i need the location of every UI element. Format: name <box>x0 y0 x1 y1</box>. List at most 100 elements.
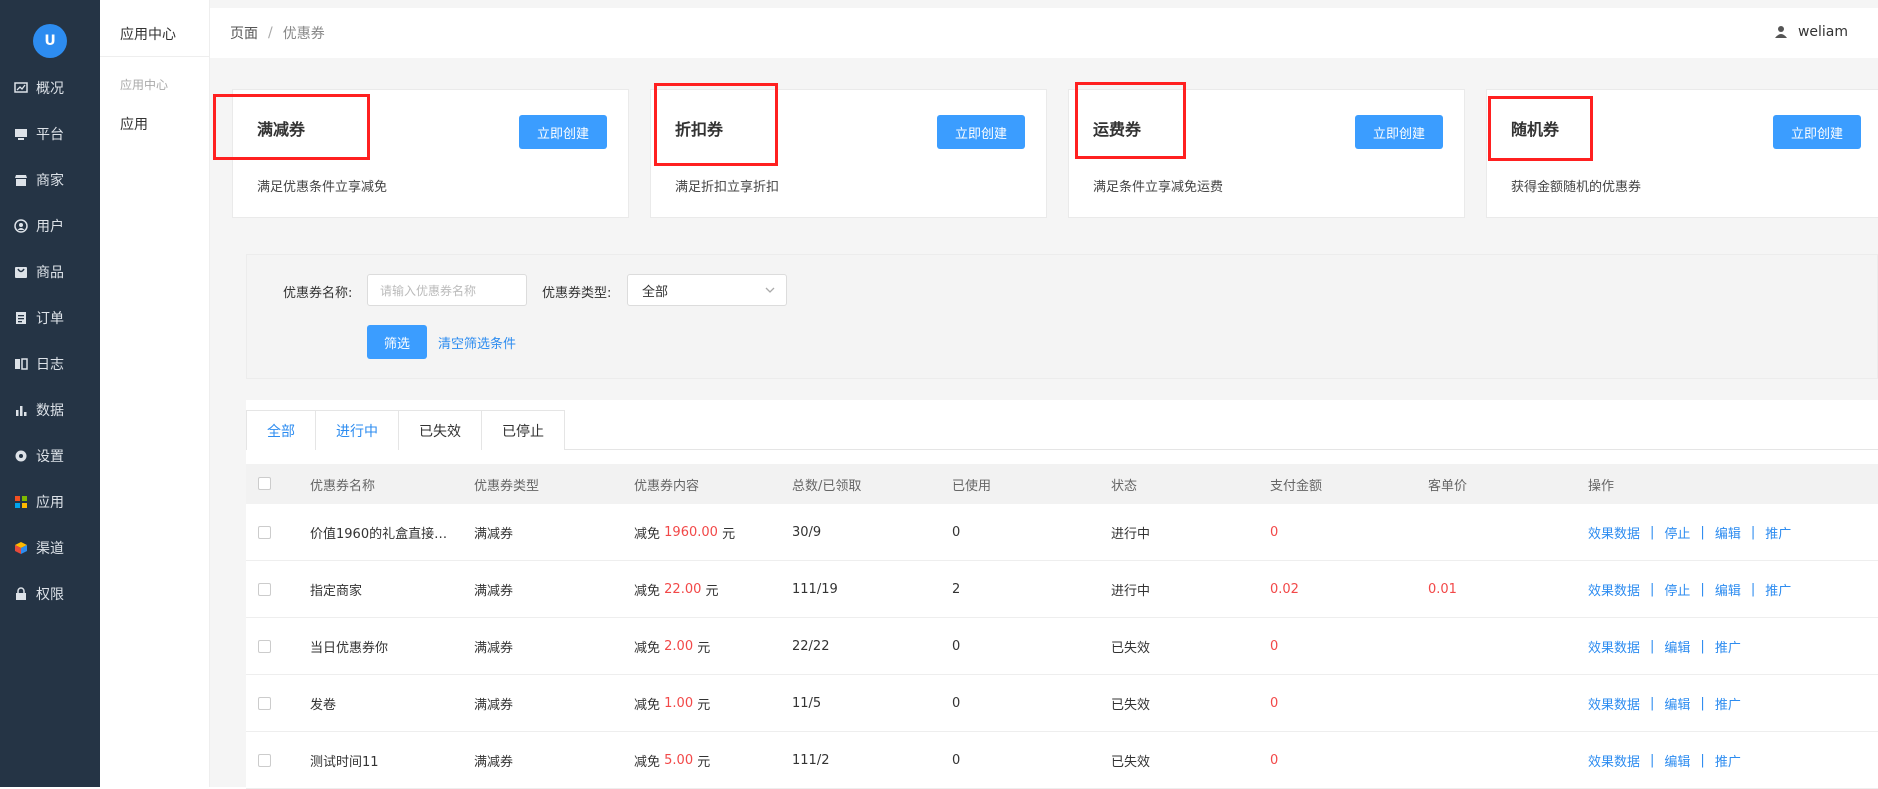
highlight-box <box>1075 82 1186 159</box>
stop-link[interactable]: 停止 <box>1664 580 1690 599</box>
create-button[interactable]: 立即创建 <box>519 115 607 149</box>
effect-data-link[interactable]: 效果数据 <box>1588 637 1640 656</box>
header-status: 状态 <box>1111 478 1138 494</box>
nav-label: 设置 <box>36 449 64 465</box>
status-tabs: 全部 进行中 已失效 已停止 <box>246 410 1878 450</box>
action-separator: | <box>1700 581 1705 597</box>
coupon-type: 满减券 <box>474 754 514 770</box>
content-amount: 22.00 <box>664 581 702 597</box>
coupon-total: 11/5 <box>792 695 822 711</box>
edit-link[interactable]: 编辑 <box>1715 580 1741 599</box>
coupon-list-panel: 全部 进行中 已失效 已停止 优惠券名称 优惠券类型 优惠券内容 总数/已领取 … <box>246 400 1878 789</box>
create-button[interactable]: 立即创建 <box>1773 115 1861 149</box>
content-amount: 5.00 <box>664 752 694 768</box>
nav-item-overview[interactable]: 概况 <box>0 73 100 103</box>
nav-item-merchant[interactable]: 商家 <box>0 165 100 195</box>
table-row: 指定商家 满减券 减免 22.00 元 111/19 2 进行中 0.02 0.… <box>246 561 1878 618</box>
coupon-used: 0 <box>952 638 961 654</box>
coupon-total: 111/19 <box>792 581 838 597</box>
edit-link[interactable]: 编辑 <box>1664 694 1690 713</box>
logo[interactable]: U <box>33 24 67 58</box>
tab-stopped[interactable]: 已停止 <box>481 410 565 450</box>
tab-expired[interactable]: 已失效 <box>398 410 482 450</box>
breadcrumb-home[interactable]: 页面 <box>230 23 258 43</box>
coupon-type-select[interactable]: 全部 <box>627 274 787 306</box>
nav-item-log[interactable]: 日志 <box>0 349 100 379</box>
row-checkbox[interactable] <box>258 754 271 767</box>
header-content: 优惠券内容 <box>634 478 700 494</box>
nav-label: 用户 <box>36 219 64 235</box>
user-menu[interactable]: weliam <box>1774 24 1848 40</box>
top-bar: 页面 / 优惠券 weliam <box>210 8 1878 58</box>
subnav-item-apps[interactable]: 应用 <box>120 114 148 134</box>
nav-label: 商品 <box>36 265 64 281</box>
edit-link[interactable]: 编辑 <box>1715 523 1741 542</box>
tab-active[interactable]: 进行中 <box>315 410 399 450</box>
row-checkbox[interactable] <box>258 640 271 653</box>
coupon-content: 减免 2.00 元 <box>634 618 710 674</box>
row-checkbox[interactable] <box>258 526 271 539</box>
header-actions: 操作 <box>1588 478 1615 494</box>
row-checkbox[interactable] <box>258 697 271 710</box>
coupon-used: 0 <box>952 524 961 540</box>
nav-item-user[interactable]: 用户 <box>0 211 100 241</box>
coupon-status: 进行中 <box>1111 526 1151 542</box>
chart-icon <box>14 82 28 93</box>
table-header: 优惠券名称 优惠券类型 优惠券内容 总数/已领取 已使用 状态 支付金额 客单价… <box>246 464 1878 504</box>
nav-label: 订单 <box>36 311 64 327</box>
edit-link[interactable]: 编辑 <box>1664 637 1690 656</box>
content-prefix: 减免 <box>634 697 661 713</box>
promote-link[interactable]: 推广 <box>1715 694 1741 713</box>
nav-item-data[interactable]: 数据 <box>0 395 100 425</box>
nav-item-apps[interactable]: 应用 <box>0 487 100 517</box>
action-separator: | <box>1650 752 1655 768</box>
row-actions: 效果数据 | 停止 | 编辑 | 推广 <box>1588 561 1791 617</box>
stop-link[interactable]: 停止 <box>1664 523 1690 542</box>
nav-item-permission[interactable]: 权限 <box>0 579 100 609</box>
coupon-total: 30/9 <box>792 524 822 540</box>
content-suffix: 元 <box>722 526 736 542</box>
nav-item-platform[interactable]: 平台 <box>0 119 100 149</box>
coupon-status: 已失效 <box>1111 754 1151 770</box>
promote-link[interactable]: 推广 <box>1715 751 1741 770</box>
tab-all[interactable]: 全部 <box>246 410 316 450</box>
effect-data-link[interactable]: 效果数据 <box>1588 523 1640 542</box>
edit-link[interactable]: 编辑 <box>1664 751 1690 770</box>
effect-data-link[interactable]: 效果数据 <box>1588 694 1640 713</box>
nav-label: 应用 <box>36 495 64 511</box>
coupon-total: 111/2 <box>792 752 830 768</box>
nav-item-channel[interactable]: 渠道 <box>0 533 100 563</box>
card-description: 获得金额随机的优惠券 <box>1511 180 1642 195</box>
filter-panel: 优惠券名称: 请输入优惠券名称 优惠券类型: 全部 筛选 清空筛选条件 <box>246 254 1878 379</box>
subnav-group-title: 应用中心 <box>120 78 169 92</box>
row-actions: 效果数据 | 编辑 | 推广 <box>1588 618 1741 674</box>
coupon-name-input[interactable]: 请输入优惠券名称 <box>367 274 527 306</box>
select-all-checkbox[interactable] <box>258 477 271 490</box>
promote-link[interactable]: 推广 <box>1765 523 1791 542</box>
create-button[interactable]: 立即创建 <box>937 115 1025 149</box>
row-checkbox[interactable] <box>258 583 271 596</box>
create-button[interactable]: 立即创建 <box>1355 115 1443 149</box>
promote-link[interactable]: 推广 <box>1765 580 1791 599</box>
row-actions: 效果数据 | 编辑 | 推广 <box>1588 732 1741 788</box>
action-separator: | <box>1700 524 1705 540</box>
name-label: 优惠券名称: <box>283 286 353 301</box>
filter-button[interactable]: 筛选 <box>367 325 427 359</box>
nav-item-settings[interactable]: 设置 <box>0 441 100 471</box>
coupon-status: 进行中 <box>1111 583 1151 599</box>
coupon-total: 22/22 <box>792 638 830 654</box>
effect-data-link[interactable]: 效果数据 <box>1588 580 1640 599</box>
content-suffix: 元 <box>705 583 719 599</box>
content-prefix: 减免 <box>634 583 661 599</box>
lock-icon <box>16 587 26 600</box>
promote-link[interactable]: 推广 <box>1715 637 1741 656</box>
nav-label: 渠道 <box>36 541 64 557</box>
nav-item-order[interactable]: 订单 <box>0 303 100 333</box>
coupon-name: 当日优惠券你 <box>310 640 389 656</box>
content-suffix: 元 <box>697 697 711 713</box>
effect-data-link[interactable]: 效果数据 <box>1588 751 1640 770</box>
table-row: 当日优惠券你 满减券 减免 2.00 元 22/22 0 已失效 0 效果数据 |… <box>246 618 1878 675</box>
clear-filter-link[interactable]: 清空筛选条件 <box>438 333 516 352</box>
header-avg: 客单价 <box>1428 478 1468 494</box>
nav-item-goods[interactable]: 商品 <box>0 257 100 287</box>
